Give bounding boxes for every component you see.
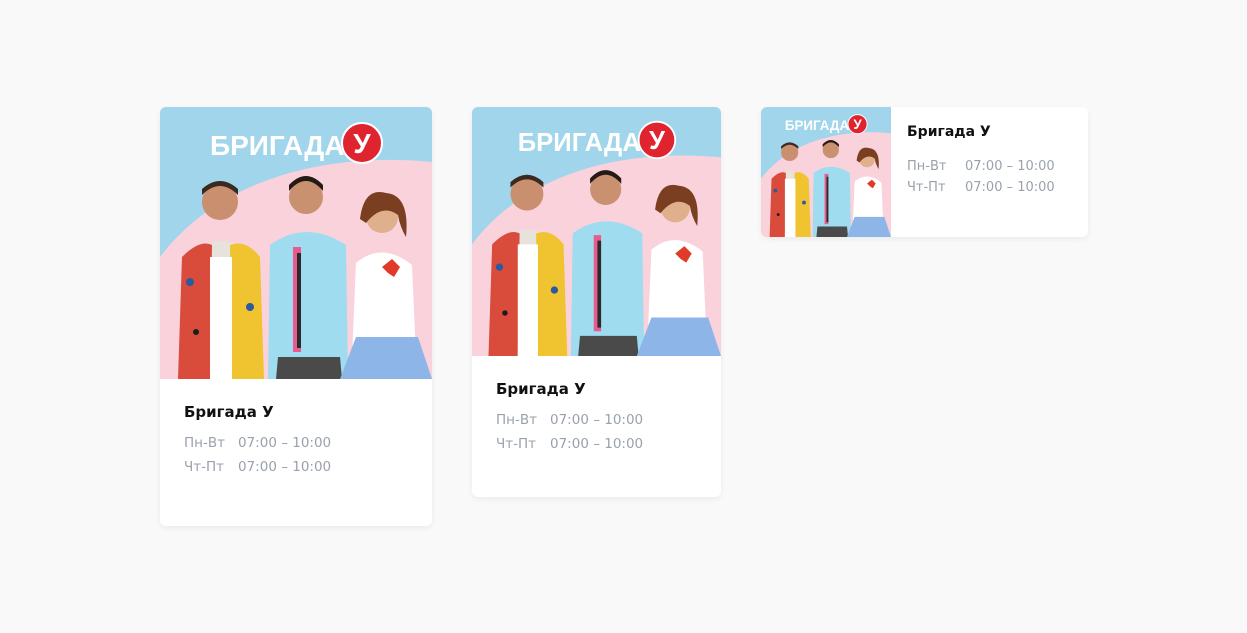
schedule-days: Пн-Вт	[496, 412, 537, 428]
schedule-time: 07:00 – 10:00	[550, 436, 644, 452]
program-card[interactable]: Бригада У Пн-Вт 07:00 – 10:00 Чт-Пт 07:0…	[472, 107, 721, 497]
schedule-days: Чт-Пт	[496, 436, 537, 452]
program-title: Бригада У	[907, 124, 991, 140]
program-schedule: Пн-Вт 07:00 – 10:00 Чт-Пт 07:00 – 10:00	[907, 158, 1055, 200]
program-schedule: Пн-Вт 07:00 – 10:00 Чт-Пт 07:00 – 10:00	[496, 410, 643, 458]
schedule-time: 07:00 – 10:00	[550, 412, 644, 428]
schedule-days: Чт-Пт	[184, 459, 225, 475]
schedule-row: Пн-Вт 07:00 – 10:00	[496, 410, 643, 434]
program-card[interactable]: Бригада У Пн-Вт 07:00 – 10:00 Чт-Пт 07:0…	[160, 107, 432, 526]
program-poster	[160, 107, 432, 379]
schedule-time: 07:00 – 10:00	[238, 459, 332, 475]
program-poster-image	[472, 107, 721, 356]
schedule-days: Пн-Вт	[184, 435, 225, 451]
program-title: Бригада У	[496, 380, 586, 398]
schedule-time: 07:00 – 10:00	[965, 180, 1055, 195]
program-card-compact[interactable]: Бригада У Пн-Вт 07:00 – 10:00 Чт-Пт 07:0…	[761, 107, 1088, 237]
program-poster	[761, 107, 891, 237]
program-title: Бригада У	[184, 403, 274, 421]
schedule-time: 07:00 – 10:00	[238, 435, 332, 451]
program-poster	[472, 107, 721, 356]
program-poster-image	[761, 107, 891, 237]
schedule-time: 07:00 – 10:00	[965, 159, 1055, 174]
schedule-days: Пн-Вт	[907, 159, 947, 174]
program-schedule: Пн-Вт 07:00 – 10:00 Чт-Пт 07:00 – 10:00	[184, 433, 331, 481]
schedule-row: Чт-Пт 07:00 – 10:00	[907, 179, 1055, 200]
schedule-days: Чт-Пт	[907, 180, 946, 195]
program-poster-image	[160, 107, 432, 379]
schedule-row: Чт-Пт 07:00 – 10:00	[496, 434, 643, 458]
schedule-row: Чт-Пт 07:00 – 10:00	[184, 457, 331, 481]
schedule-row: Пн-Вт 07:00 – 10:00	[184, 433, 331, 457]
schedule-row: Пн-Вт 07:00 – 10:00	[907, 158, 1055, 179]
